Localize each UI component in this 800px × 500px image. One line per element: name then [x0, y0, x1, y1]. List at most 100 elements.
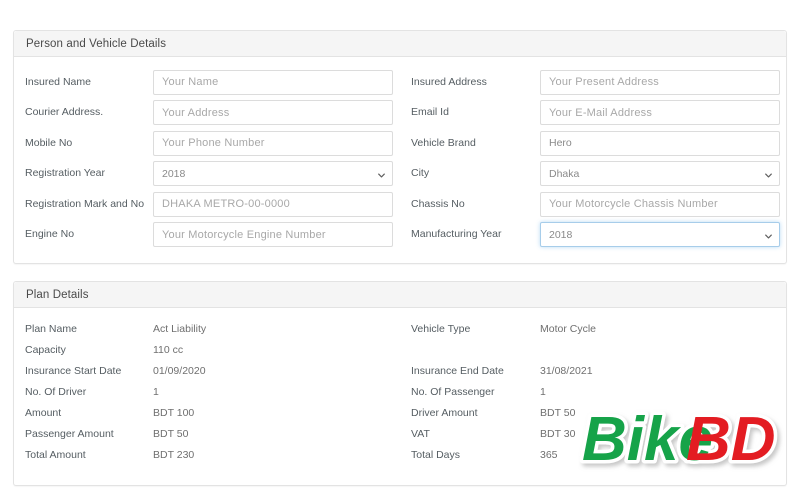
input-value-vehicle-brand: Hero [549, 137, 572, 149]
label-registration-year: Registration Year [25, 167, 153, 180]
detail-row-driver-amount: Driver AmountBDT 50 [400, 402, 786, 423]
detail-value-passenger-amount: BDT 50 [153, 428, 188, 440]
form-row-city: City Dhaka [400, 159, 786, 190]
detail-row-insurance-start-date: Insurance Start Date01/09/2020 [14, 360, 400, 381]
label-courier-address: Courier Address. [25, 106, 153, 119]
detail-label-plan-name: Plan Name [25, 323, 153, 335]
label-city: City [411, 167, 540, 180]
plan-panel-title: Plan Details [26, 289, 89, 301]
form-row-registration-year: Registration Year 2018 [14, 159, 400, 190]
label-vehicle-brand: Vehicle Brand [411, 137, 540, 150]
detail-row-total-amount: Total AmountBDT 230 [14, 444, 400, 465]
detail-value-no-of-driver: 1 [153, 386, 159, 398]
chevron-down-icon [765, 233, 772, 240]
label-manufacturing-year: Manufacturing Year [411, 228, 540, 241]
form-row-courier-address: Courier Address. Your Address [14, 98, 400, 129]
input-value-engine-no: Your Motorcycle Engine Number [162, 229, 326, 241]
select-city[interactable]: Dhaka [540, 161, 780, 186]
input-chassis-no[interactable]: Your Motorcycle Chassis Number [540, 192, 780, 217]
input-value-registration-mark-and-no: DHAKA METRO-00-0000 [162, 198, 290, 210]
detail-label-total-amount: Total Amount [25, 449, 153, 461]
detail-label-no-of-driver: No. Of Driver [25, 386, 153, 398]
form-row-insured-address: Insured Address Your Present Address [400, 67, 786, 98]
input-insured-address[interactable]: Your Present Address [540, 70, 780, 95]
plan-detail-left-column: Plan NameAct LiabilityCapacity110 ccInsu… [14, 318, 400, 465]
input-engine-no[interactable]: Your Motorcycle Engine Number [153, 222, 393, 247]
form-row-chassis-no: Chassis NoYour Motorcycle Chassis Number [400, 189, 786, 220]
detail-row-plan-name: Plan NameAct Liability [14, 318, 400, 339]
select-registration-year[interactable]: 2018 [153, 161, 393, 186]
input-courier-address[interactable]: Your Address [153, 100, 393, 125]
select-value-city: Dhaka [549, 168, 579, 180]
detail-label-capacity: Capacity [25, 344, 153, 356]
person-form-grid: Insured Name Your Name Courier Address. You… [14, 67, 786, 250]
detail-label-driver-amount: Driver Amount [411, 407, 540, 419]
label-mobile-no: Mobile No [25, 137, 153, 150]
detail-label-vehicle-type: Vehicle Type [411, 323, 540, 335]
detail-row-insurance-end-date: Insurance End Date31/08/2021 [400, 360, 786, 381]
person-and-vehicle-details-panel: Person and Vehicle Details Insured NameY… [13, 30, 787, 264]
detail-label-amount: Amount [25, 407, 153, 419]
plan-panel-header: Plan Details [14, 282, 786, 308]
plan-detail-grid: Plan NameAct LiabilityCapacity110 ccInsu… [14, 318, 786, 465]
detail-row-no-of-passenger: No. Of Passenger1 [400, 381, 786, 402]
detail-label-vat: VAT [411, 428, 540, 440]
detail-value-vehicle-type: Motor Cycle [540, 323, 596, 335]
detail-value-no-of-passenger: 1 [540, 386, 546, 398]
detail-row-vat: VATBDT 30 [400, 423, 786, 444]
input-value-insured-address: Your Present Address [549, 76, 659, 88]
input-value-courier-address: Your Address [162, 107, 229, 119]
input-mobile-no[interactable]: Your Phone Number [153, 131, 393, 156]
detail-row-empty [400, 339, 786, 360]
plan-detail-right-column: Vehicle TypeMotor Cycle Insurance End Dat… [400, 318, 786, 465]
plan-details-panel: Plan Details Plan NameAct LiabilityCapac… [13, 281, 787, 486]
select-value-manufacturing-year: 2018 [549, 229, 572, 241]
form-row-email-id: Email IdYour E-Mail Address [400, 98, 786, 129]
label-engine-no: Engine No [25, 228, 153, 241]
form-row-engine-no: Engine No Your Motorcycle Engine Number [14, 220, 400, 251]
label-registration-mark-and-no: Registration Mark and No [25, 198, 153, 211]
label-insured-name: Insured Name [25, 76, 153, 89]
input-email-id[interactable]: Your E-Mail Address [540, 100, 780, 125]
form-row-mobile-no: Mobile No Your Phone Number [14, 128, 400, 159]
detail-value-vat: BDT 30 [540, 428, 575, 440]
chevron-down-icon [378, 172, 385, 179]
input-value-insured-name: Your Name [162, 76, 218, 88]
detail-row-vehicle-type: Vehicle TypeMotor Cycle [400, 318, 786, 339]
detail-value-driver-amount: BDT 50 [540, 407, 575, 419]
detail-label-total-days: Total Days [411, 449, 540, 461]
input-vehicle-brand[interactable]: Hero [540, 131, 780, 156]
detail-label-insurance-end-date: Insurance End Date [411, 365, 540, 377]
detail-value-capacity: 110 cc [153, 344, 183, 356]
detail-label-passenger-amount: Passenger Amount [25, 428, 153, 440]
input-registration-mark-and-no[interactable]: DHAKA METRO-00-0000 [153, 192, 393, 217]
form-row-manufacturing-year: Manufacturing Year 2018 [400, 220, 786, 251]
detail-row-capacity: Capacity110 cc [14, 339, 400, 360]
detail-value-total-amount: BDT 230 [153, 449, 194, 461]
detail-row-no-of-driver: No. Of Driver1 [14, 381, 400, 402]
detail-value-amount: BDT 100 [153, 407, 194, 419]
form-row-registration-mark-and-no: Registration Mark and No DHAKA METRO-00-0… [14, 189, 400, 220]
detail-value-insurance-start-date: 01/09/2020 [153, 365, 206, 377]
input-value-mobile-no: Your Phone Number [162, 137, 265, 149]
detail-value-insurance-end-date: 31/08/2021 [540, 365, 593, 377]
detail-row-passenger-amount: Passenger AmountBDT 50 [14, 423, 400, 444]
person-form-left-column: Insured Name Your Name Courier Address. You… [14, 67, 400, 250]
plan-panel-body: Plan NameAct LiabilityCapacity110 ccInsu… [14, 308, 786, 465]
form-row-insured-name: Insured Name Your Name [14, 67, 400, 98]
detail-row-total-days: Total Days365 [400, 444, 786, 465]
input-value-chassis-no: Your Motorcycle Chassis Number [549, 198, 718, 210]
detail-value-total-days: 365 [540, 449, 558, 461]
select-manufacturing-year[interactable]: 2018 [540, 222, 780, 247]
chevron-down-icon [765, 172, 772, 179]
detail-value-plan-name: Act Liability [153, 323, 206, 335]
select-value-registration-year: 2018 [162, 168, 185, 180]
input-value-email-id: Your E-Mail Address [549, 107, 652, 119]
page-root: Person and Vehicle Details Insured NameY… [0, 0, 800, 500]
person-panel-body: Insured Name Your Name Courier Address. You… [14, 57, 786, 250]
form-row-vehicle-brand: Vehicle Brand Hero [400, 128, 786, 159]
person-form-right-column: Insured Address Your Present Address Email… [400, 67, 786, 250]
label-insured-address: Insured Address [411, 76, 540, 89]
input-insured-name[interactable]: Your Name [153, 70, 393, 95]
detail-row-amount: AmountBDT 100 [14, 402, 400, 423]
